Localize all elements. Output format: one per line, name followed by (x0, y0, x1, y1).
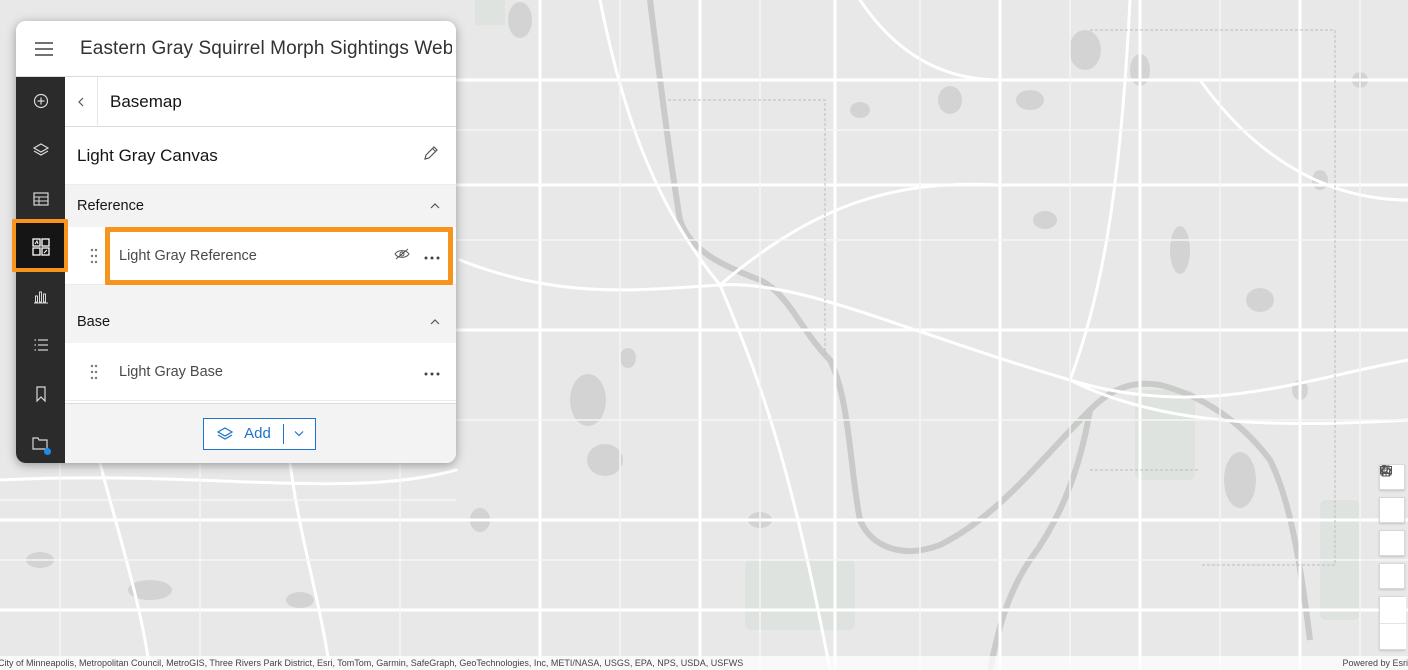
rail-legend-button[interactable] (16, 321, 65, 369)
present-button[interactable] (1379, 466, 1405, 556)
bookmark-icon (35, 386, 46, 402)
layer-options-button[interactable] (424, 363, 440, 381)
app-title: Eastern Gray Squirrel Morph Sightings We… (80, 37, 452, 59)
add-label: Add (244, 425, 271, 442)
highlight-basemap-rail-button (12, 219, 68, 272)
drag-handle[interactable] (65, 364, 119, 380)
home-button[interactable] (1379, 465, 1405, 589)
park-features (475, 0, 1360, 630)
chevron-left-icon (78, 97, 84, 106)
rail-map-properties-button[interactable] (16, 419, 65, 463)
add-split-button: Add (203, 417, 316, 450)
drag-handle-icon (90, 364, 98, 379)
rail-bookmark-button[interactable] (16, 370, 65, 418)
rail-chart-button[interactable] (16, 272, 65, 320)
panel-header: Eastern Gray Squirrel Morph Sightings We… (16, 21, 456, 77)
menu-button[interactable] (16, 21, 72, 77)
basemap-name: Light Gray Canvas (77, 145, 218, 165)
rail-layers-button[interactable] (16, 126, 65, 174)
legend-icon (34, 339, 48, 351)
edit-basemap-button[interactable] (422, 144, 440, 167)
layer-actions (424, 363, 456, 381)
layers-icon (32, 143, 49, 156)
drag-handle-icon (90, 248, 98, 263)
zoom-controls (1379, 465, 1406, 650)
pencil-icon (424, 146, 438, 160)
chevron-up-icon (430, 319, 440, 325)
zoom-in-button[interactable] (1380, 465, 1406, 623)
map-controls (1379, 464, 1406, 650)
add-layer-button[interactable]: Add (204, 419, 283, 449)
base-group: Base Light Gray Base (65, 301, 456, 401)
group-title: Reference (77, 198, 144, 214)
attribution-text[interactable]: City of Minneapolis, Metropolitan Counci… (0, 656, 743, 670)
reference-group-header[interactable]: Reference (65, 185, 456, 227)
print-button[interactable] (1379, 465, 1405, 523)
hamburger-menu-icon (35, 41, 53, 56)
rail-add-button[interactable] (16, 77, 65, 125)
chevron-down-icon (294, 431, 304, 437)
powered-by-link[interactable]: Powered by Esri (1342, 656, 1408, 670)
chart-icon (33, 291, 48, 304)
zoom-out-button[interactable] (1380, 468, 1406, 649)
chevron-up-icon (430, 203, 440, 209)
layers-icon (216, 426, 234, 440)
add-icon (33, 93, 48, 109)
layer-row-light-gray-base[interactable]: Light Gray Base (65, 343, 456, 401)
layer-name: Light Gray Base (119, 363, 223, 380)
panel-back-row: Basemap (65, 76, 456, 127)
highlight-reference-layer (105, 227, 453, 285)
notification-dot (44, 448, 51, 455)
rail-table-button[interactable] (16, 175, 65, 223)
table-icon (32, 192, 49, 206)
base-group-header[interactable]: Base (65, 301, 456, 343)
group-title: Base (77, 314, 111, 330)
add-layer-bar: Add (65, 403, 456, 463)
back-button[interactable] (65, 76, 98, 127)
more-options-icon (424, 372, 440, 375)
zoom-out-icon (1380, 468, 1388, 470)
map-attribution: City of Minneapolis, Metropolitan Counci… (0, 656, 1408, 670)
current-basemap: Light Gray Canvas (65, 127, 456, 185)
add-dropdown-button[interactable] (284, 419, 315, 449)
panel-title: Basemap (110, 91, 182, 111)
